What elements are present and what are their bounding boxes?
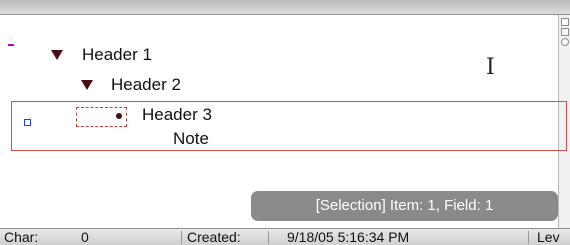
scroll-up-icon[interactable] <box>561 18 569 26</box>
disclosure-triangle-icon[interactable] <box>81 80 93 90</box>
status-separator <box>528 231 529 244</box>
outline-row-note[interactable]: Note <box>173 129 209 149</box>
created-value: 9/18/05 5:16:34 PM <box>287 229 410 245</box>
status-bar: Char: 0 Created: 9/18/05 5:16:34 PM Lev <box>0 228 570 245</box>
toolbar-strip <box>0 0 570 15</box>
outline-row-header-3[interactable]: Header 3 <box>142 105 212 125</box>
selection-tooltip: [Selection] Item: 1, Field: 1 <box>251 191 558 221</box>
scroll-round-icon[interactable] <box>561 38 569 46</box>
ibeam-cursor-icon: I <box>486 55 495 80</box>
scroll-mid-icon[interactable] <box>561 28 569 36</box>
outline-row-header-1[interactable]: Header 1 <box>82 45 152 65</box>
status-separator <box>181 231 182 244</box>
created-label: Created: <box>187 229 241 245</box>
disclosure-triangle-icon[interactable] <box>51 50 63 60</box>
row-marker-dash <box>8 44 14 46</box>
level-label: Lev <box>537 229 560 245</box>
bullet-icon <box>116 113 122 119</box>
char-value: 0 <box>81 229 89 245</box>
char-label: Char: <box>4 229 39 245</box>
status-separator <box>268 231 269 244</box>
row-marker-box <box>24 119 31 126</box>
outline-row-header-2[interactable]: Header 2 <box>111 75 181 95</box>
